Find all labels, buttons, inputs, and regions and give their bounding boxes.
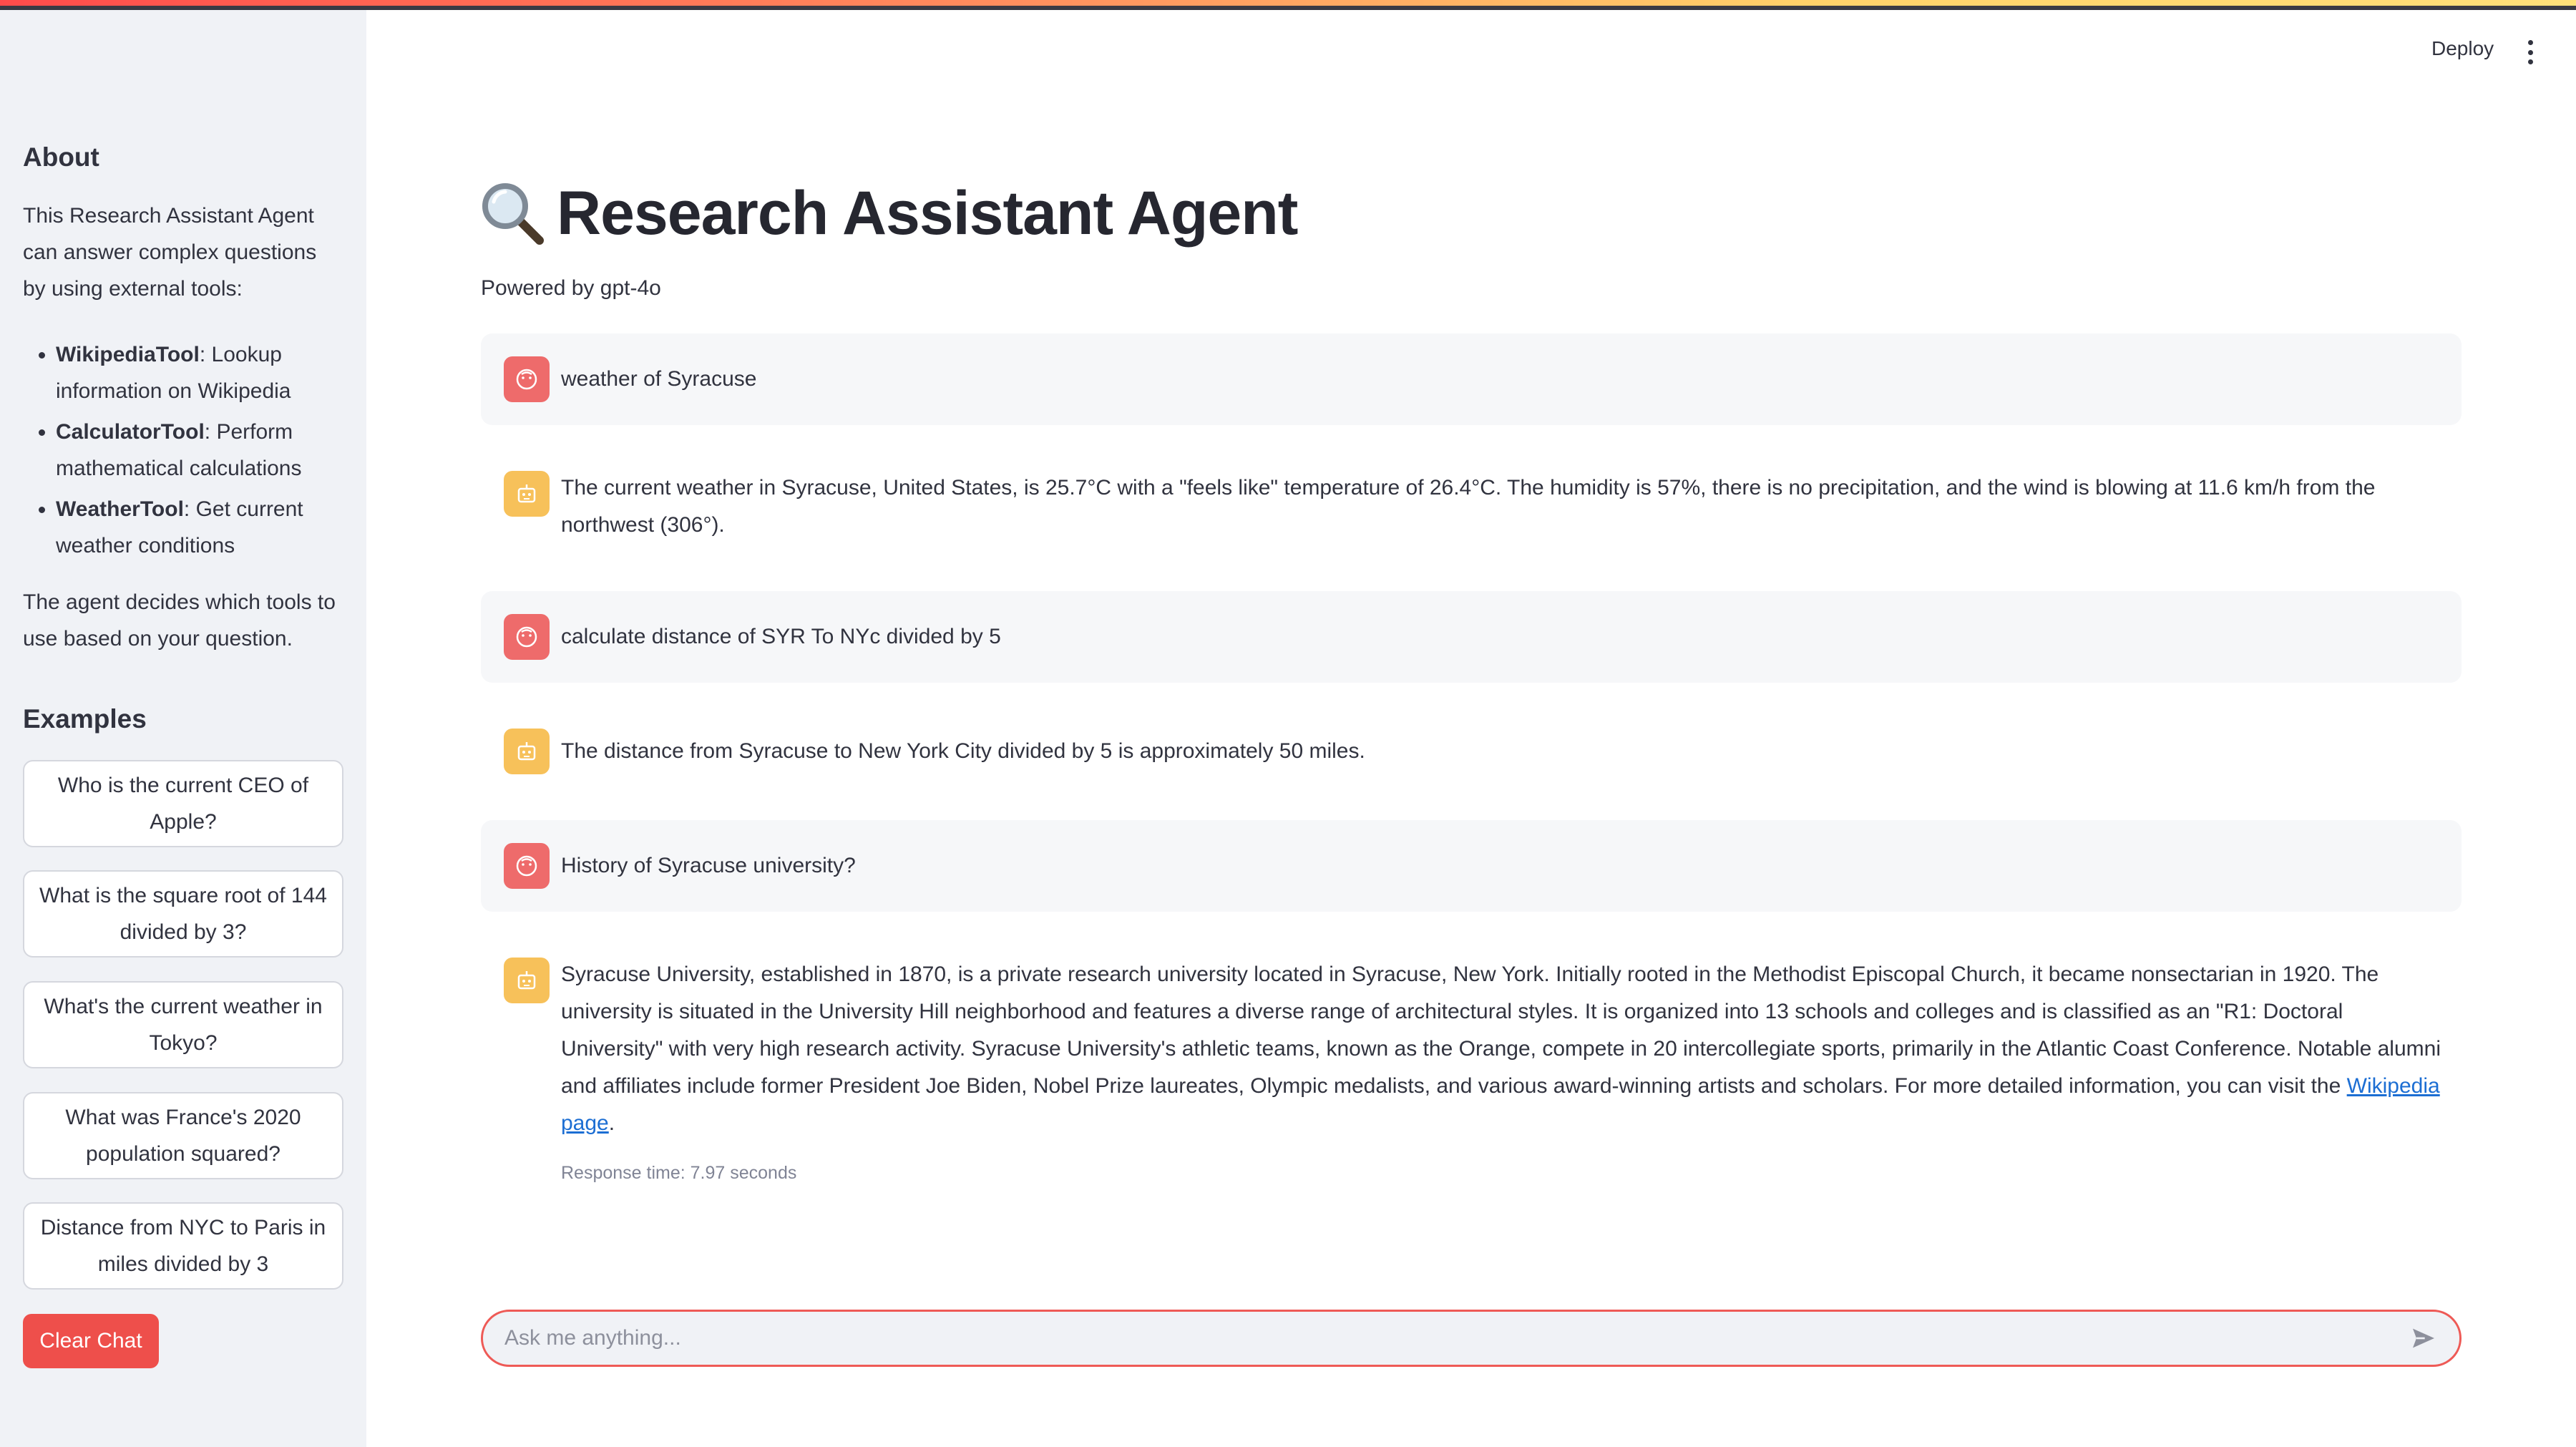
page-title: Research Assistant Agent [557, 178, 1298, 248]
message-text: The current weather in Syracuse, United … [561, 476, 2376, 537]
examples-heading: Examples [23, 704, 147, 734]
tool-item-wikipedia: WikipediaTool: Lookup information on Wik… [56, 336, 345, 409]
top-decoration-bar [0, 0, 2576, 10]
example-button-sqrt[interactable]: What is the square root of 144 divided b… [23, 870, 343, 958]
tools-list: WikipediaTool: Lookup information on Wik… [23, 336, 345, 568]
chat-message-assistant: Syracuse University, established in 1870… [481, 935, 2462, 1183]
tool-item-weather: WeatherTool: Get current weather conditi… [56, 491, 345, 564]
message-text: The distance from Syracuse to New York C… [561, 739, 1365, 763]
message-text: Syracuse University, established in 1870… [561, 956, 2447, 1185]
response-time: Response time: 7.97 seconds [561, 1163, 797, 1183]
bot-avatar-icon [504, 958, 550, 1003]
magnifying-glass-icon [478, 179, 547, 248]
sidebar: About This Research Assistant Agent can … [0, 10, 366, 1447]
send-icon[interactable] [2408, 1322, 2439, 1354]
clear-chat-button[interactable]: Clear Chat [23, 1314, 159, 1368]
powered-by-text: Powered by gpt-4o [481, 276, 661, 300]
tool-name: CalculatorTool [56, 420, 205, 444]
message-body: Syracuse University, established in 1870… [561, 963, 2441, 1098]
chat-input[interactable] [503, 1325, 2408, 1351]
about-text: This Research Assistant Agent can answer… [23, 204, 317, 301]
more-vertical-icon[interactable] [2526, 40, 2534, 64]
example-button-distance[interactable]: Distance from NYC to Paris in miles divi… [23, 1202, 343, 1290]
chat-message-user: calculate distance of SYR To NYc divided… [481, 591, 2462, 683]
user-avatar-icon [504, 843, 550, 889]
deploy-button[interactable]: Deploy [2431, 37, 2494, 60]
decide-text: The agent decides which tools to use bas… [23, 590, 336, 651]
chat-input-container [481, 1310, 2462, 1367]
message-text: calculate distance of SYR To NYc divided… [561, 625, 1001, 648]
bot-avatar-icon [504, 729, 550, 774]
tool-item-calculator: CalculatorTool: Perform mathematical cal… [56, 414, 345, 487]
link-suffix: . [608, 1111, 615, 1135]
example-button-population[interactable]: What was France's 2020 population square… [23, 1092, 343, 1179]
bot-avatar-icon [504, 471, 550, 517]
tool-name: WikipediaTool [56, 343, 200, 366]
message-text: weather of Syracuse [561, 367, 757, 391]
about-heading: About [23, 142, 99, 172]
user-avatar-icon [504, 614, 550, 660]
example-button-ceo[interactable]: Who is the current CEO of Apple? [23, 760, 343, 847]
message-text: History of Syracuse university? [561, 854, 856, 877]
chat-message-user: History of Syracuse university? [481, 820, 2462, 912]
chat-message-user: weather of Syracuse [481, 333, 2462, 425]
page-header: Research Assistant Agent [478, 170, 1298, 256]
user-avatar-icon [504, 356, 550, 402]
tool-name: WeatherTool [56, 497, 184, 521]
chat-message-assistant: The distance from Syracuse to New York C… [481, 706, 2462, 797]
chat-message-assistant: The current weather in Syracuse, United … [481, 448, 2462, 544]
example-button-weather[interactable]: What's the current weather in Tokyo? [23, 981, 343, 1068]
